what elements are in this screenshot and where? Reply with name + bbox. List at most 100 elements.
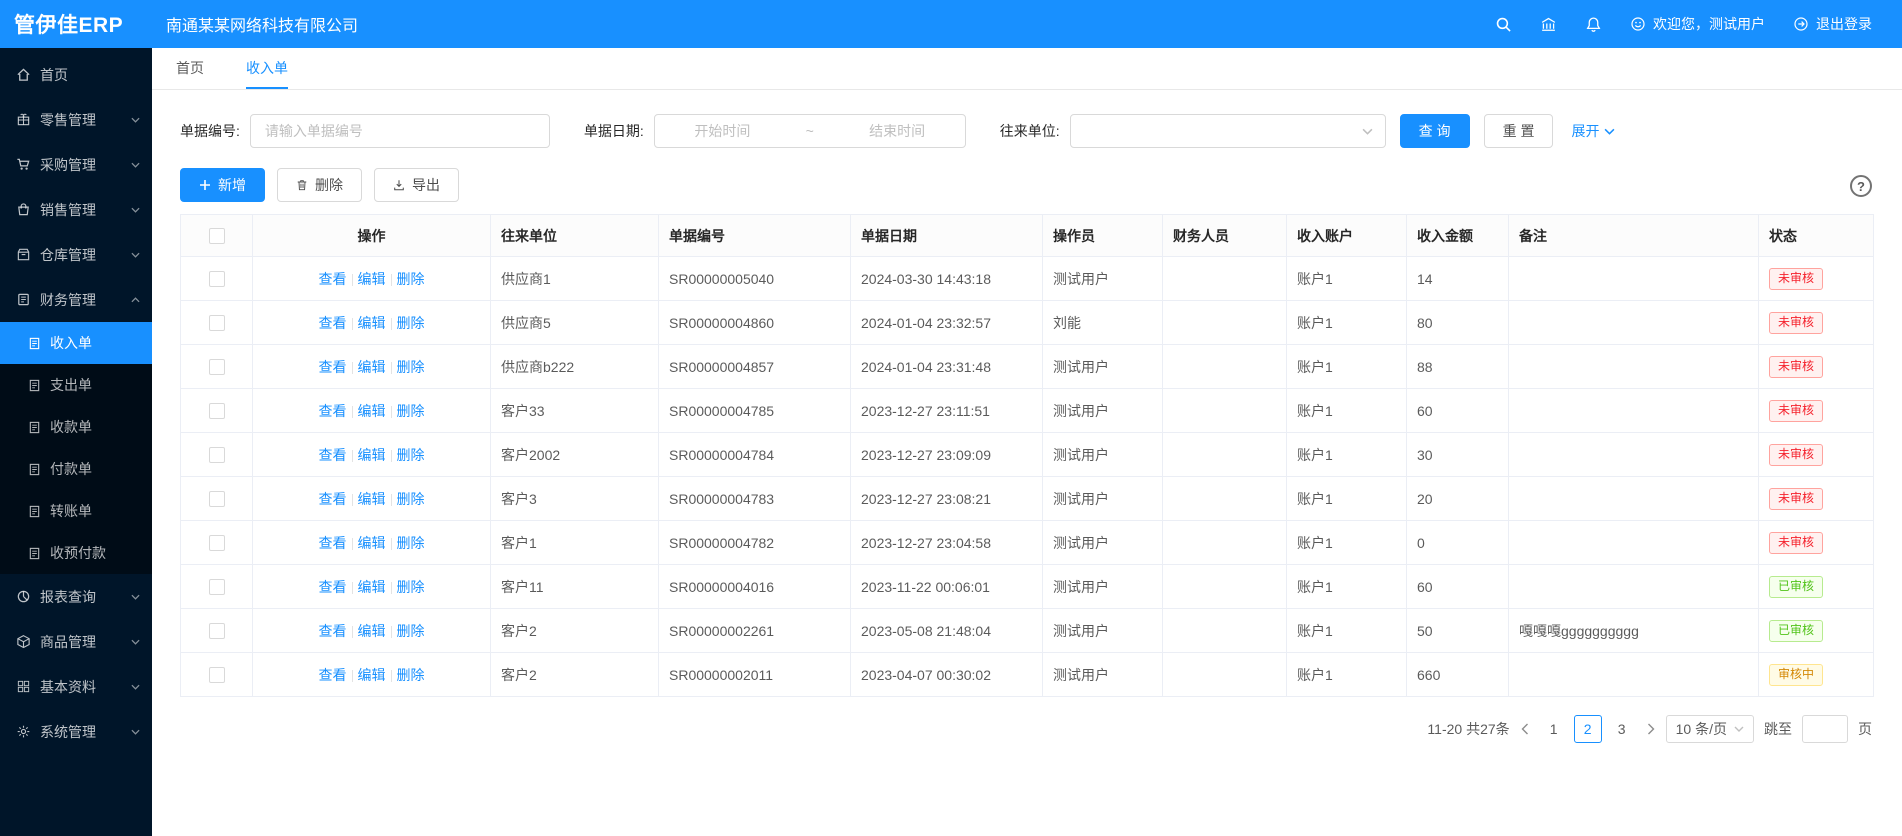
sidebar-item-purchase[interactable]: 采购管理 [0,142,152,187]
sidebar-item-payment-bill[interactable]: 付款单 [0,448,152,490]
action-view-link[interactable]: 查看 [319,623,347,639]
action-edit-link[interactable]: 编辑 [358,667,386,683]
welcome-user-menu[interactable]: 欢迎您，测试用户 [1630,14,1765,34]
action-view-link[interactable]: 查看 [319,535,347,551]
select-all-header [181,215,253,257]
pagination-prev[interactable] [1520,723,1530,735]
sidebar-item-system[interactable]: 系统管理 [0,709,152,754]
sidebar-item-home[interactable]: 首页 [0,52,152,97]
sidebar-item-retail[interactable]: 零售管理 [0,97,152,142]
sidebar-item-basic-data[interactable]: 基本资料 [0,664,152,709]
cell-partner: 客户33 [491,389,659,433]
sidebar-item-warehouse[interactable]: 仓库管理 [0,232,152,277]
table-row: 查看编辑删除客户33SR000000047852023-12-27 23:11:… [181,389,1874,433]
row-checkbox[interactable] [209,315,225,331]
search-button[interactable]: 查 询 [1400,114,1470,148]
action-view-link[interactable]: 查看 [319,359,347,375]
page-button-1[interactable]: 1 [1540,715,1568,743]
action-delete-link[interactable]: 删除 [397,359,425,375]
pagination-next[interactable] [1646,723,1656,735]
date-start-placeholder: 开始时间 [694,121,750,141]
tab-income-bill[interactable]: 收入单 [246,48,288,89]
row-checkbox[interactable] [209,491,225,507]
bank-icon[interactable] [1540,16,1557,33]
sidebar-item-income-bill[interactable]: 收入单 [0,322,152,364]
page-button-2[interactable]: 2 [1574,715,1602,743]
action-edit-link[interactable]: 编辑 [358,447,386,463]
row-checkbox[interactable] [209,535,225,551]
cell-finance [1163,477,1287,521]
chevron-down-icon [131,594,140,600]
action-edit-link[interactable]: 编辑 [358,403,386,419]
finance-icon [16,292,31,307]
action-delete-link[interactable]: 删除 [397,535,425,551]
add-button[interactable]: 新增 [180,168,265,202]
action-edit-link[interactable]: 编辑 [358,535,386,551]
action-view-link[interactable]: 查看 [319,447,347,463]
action-view-link[interactable]: 查看 [319,491,347,507]
sidebar-item-transfer-bill[interactable]: 转账单 [0,490,152,532]
select-all-checkbox[interactable] [209,228,225,244]
sidebar-item-report[interactable]: 报表查询 [0,574,152,619]
cell-finance [1163,389,1287,433]
chevron-down-icon [131,117,140,123]
action-view-link[interactable]: 查看 [319,579,347,595]
row-checkbox[interactable] [209,271,225,287]
logout-button[interactable]: 退出登录 [1793,14,1872,34]
reset-button[interactable]: 重 置 [1484,114,1554,148]
cell-bill_no: SR00000004782 [659,521,851,565]
partner-select[interactable] [1070,114,1386,148]
action-delete-link[interactable]: 删除 [397,403,425,419]
bill-no-input[interactable] [263,122,537,140]
row-checkbox[interactable] [209,667,225,683]
action-view-link[interactable]: 查看 [319,403,347,419]
action-edit-link[interactable]: 编辑 [358,359,386,375]
retail-icon [16,112,31,127]
action-delete-link[interactable]: 删除 [397,491,425,507]
sidebar-item-goods[interactable]: 商品管理 [0,619,152,664]
export-button[interactable]: 导出 [374,168,459,202]
bill-date-range-picker[interactable]: 开始时间 ~ 结束时间 [654,114,966,148]
column-header: 操作 [253,215,491,257]
help-icon[interactable]: ? [1850,175,1872,197]
sidebar-item-label: 零售管理 [40,110,96,130]
sidebar-item-advance-receipt[interactable]: 收预付款 [0,532,152,574]
action-view-link[interactable]: 查看 [319,315,347,331]
cell-finance [1163,345,1287,389]
page-size-select[interactable]: 10 条/页 [1666,715,1754,743]
sidebar-item-label: 销售管理 [40,200,96,220]
date-range-separator: ~ [806,123,814,139]
action-edit-link[interactable]: 编辑 [358,271,386,287]
action-delete-link[interactable]: 删除 [397,579,425,595]
cell-bill_no: SR00000004860 [659,301,851,345]
cell-account: 账户1 [1287,609,1407,653]
row-checkbox[interactable] [209,403,225,419]
row-checkbox[interactable] [209,579,225,595]
row-checkbox[interactable] [209,359,225,375]
tab-home[interactable]: 首页 [176,48,204,89]
row-checkbox[interactable] [209,447,225,463]
action-edit-link[interactable]: 编辑 [358,623,386,639]
action-delete-link[interactable]: 删除 [397,667,425,683]
sidebar-item-sales[interactable]: 销售管理 [0,187,152,232]
action-view-link[interactable]: 查看 [319,271,347,287]
sidebar-item-finance[interactable]: 财务管理 [0,277,152,322]
action-delete-link[interactable]: 删除 [397,271,425,287]
action-edit-link[interactable]: 编辑 [358,491,386,507]
action-delete-link[interactable]: 删除 [397,623,425,639]
delete-label: 删除 [315,175,343,195]
action-edit-link[interactable]: 编辑 [358,579,386,595]
expand-link[interactable]: 展开 [1571,121,1615,141]
search-icon[interactable] [1495,16,1512,33]
page-button-3[interactable]: 3 [1608,715,1636,743]
action-edit-link[interactable]: 编辑 [358,315,386,331]
jump-page-input[interactable] [1802,715,1848,743]
sidebar-item-expense-bill[interactable]: 支出单 [0,364,152,406]
action-view-link[interactable]: 查看 [319,667,347,683]
action-delete-link[interactable]: 删除 [397,315,425,331]
sidebar-item-receipt-bill[interactable]: 收款单 [0,406,152,448]
action-delete-link[interactable]: 删除 [397,447,425,463]
row-checkbox[interactable] [209,623,225,639]
delete-button[interactable]: 删除 [277,168,362,202]
bell-icon[interactable] [1585,16,1602,33]
